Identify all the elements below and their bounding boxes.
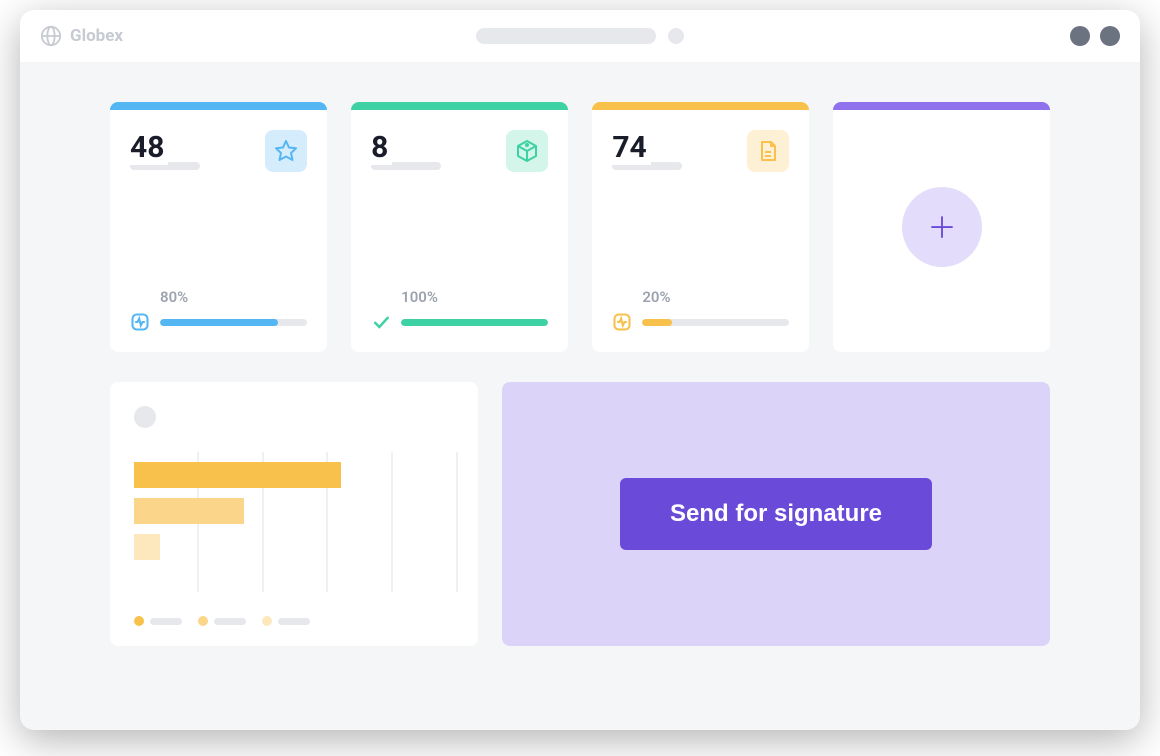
chart-header-dot [134, 406, 156, 428]
card-bottom: 20% [612, 288, 789, 332]
chart-bars [134, 462, 458, 560]
address-bar-placeholder[interactable] [476, 28, 656, 44]
legend-item [134, 616, 182, 626]
progress-label: 20% [642, 288, 789, 306]
window-control-2[interactable] [1100, 26, 1120, 46]
titlebar-center [476, 28, 684, 44]
card-accent [833, 102, 1050, 110]
progress-fill [642, 319, 671, 326]
metric-icon-badge [747, 130, 789, 172]
cta-panel: Send for signature [502, 382, 1050, 646]
window-control-1[interactable] [1070, 26, 1090, 46]
send-for-signature-button[interactable]: Send for signature [620, 478, 932, 550]
card-top: 74 [612, 130, 789, 172]
card-accent [592, 102, 809, 110]
metric-value: 8 [371, 130, 392, 165]
card-accent [110, 102, 327, 110]
metric-card[interactable]: 48 80% [110, 102, 327, 352]
status-icon [130, 312, 150, 332]
metric-card[interactable]: 8 100% [351, 102, 568, 352]
legend-label-placeholder [278, 618, 310, 625]
metric-value: 48 [130, 130, 168, 165]
progress-fill [401, 319, 548, 326]
progress-row [130, 312, 307, 332]
progress-row [612, 312, 789, 332]
card-bottom: 80% [130, 288, 307, 332]
legend-item [198, 616, 246, 626]
metric-icon-badge [265, 130, 307, 172]
card-bottom: 100% [371, 288, 548, 332]
status-icon [371, 312, 391, 332]
progress-track [160, 319, 307, 326]
progress-label: 80% [160, 288, 307, 306]
app-window: Globex 48 80% 8 100% 74 20% Send for signatur… [20, 10, 1140, 730]
chart-header [134, 406, 458, 428]
content-area: 48 80% 8 100% 74 20% Send for signature [20, 62, 1140, 676]
brand-group: Globex [40, 25, 123, 47]
brand-name: Globex [70, 26, 123, 46]
chart-bar [134, 498, 244, 524]
bottom-row: Send for signature [110, 382, 1050, 646]
progress-fill [160, 319, 278, 326]
chart-body [134, 452, 458, 592]
titlebar: Globex [20, 10, 1140, 62]
add-card[interactable] [833, 102, 1050, 352]
chart-bar [134, 462, 341, 488]
metric-value: 74 [612, 130, 650, 165]
plus-icon [927, 212, 957, 242]
chart-card [110, 382, 478, 646]
legend-dot [198, 616, 208, 626]
legend-item [262, 616, 310, 626]
legend-label-placeholder [214, 618, 246, 625]
metric-cards-row: 48 80% 8 100% 74 20% [110, 102, 1050, 352]
metric-card[interactable]: 74 20% [592, 102, 809, 352]
card-accent [351, 102, 568, 110]
progress-label: 100% [401, 288, 548, 306]
progress-track [401, 319, 548, 326]
add-button[interactable] [902, 187, 982, 267]
card-top: 8 [371, 130, 548, 172]
card-top: 48 [130, 130, 307, 172]
status-icon [612, 312, 632, 332]
progress-row [371, 312, 548, 332]
titlebar-small-dot [668, 28, 684, 44]
chart-legend [134, 604, 458, 626]
legend-dot [262, 616, 272, 626]
progress-track [642, 319, 789, 326]
window-controls [1070, 26, 1120, 46]
legend-label-placeholder [150, 618, 182, 625]
metric-icon-badge [506, 130, 548, 172]
chart-bar [134, 534, 160, 560]
globe-icon [40, 25, 62, 47]
legend-dot [134, 616, 144, 626]
